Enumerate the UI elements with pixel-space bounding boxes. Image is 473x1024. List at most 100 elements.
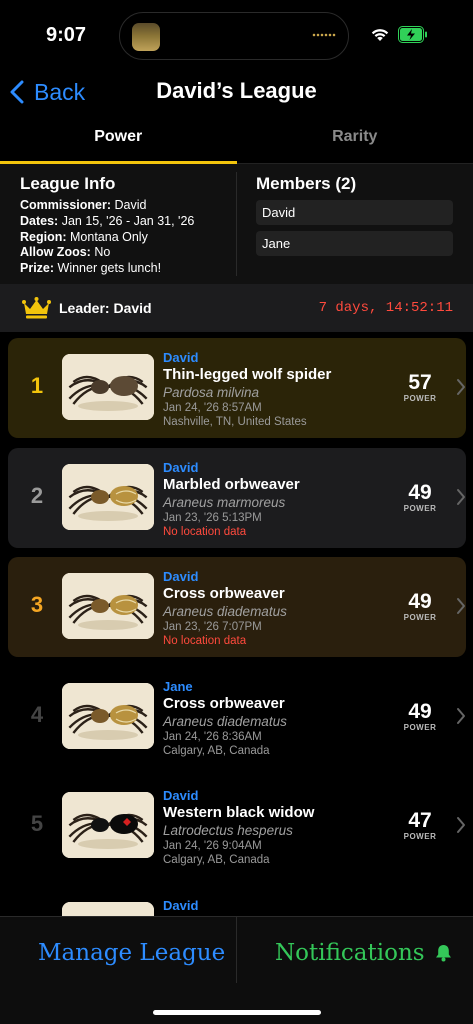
capture-location: Nashville, TN, United States	[163, 416, 307, 428]
spider-photo	[62, 682, 154, 749]
entry-details: Jane Cross orbweaver Araneus diadematus …	[163, 679, 393, 758]
power-score: 49 POWER	[398, 590, 442, 623]
rank-number: 3	[30, 592, 44, 617]
power-value: 49	[408, 480, 432, 504]
notifications-label: Notifications	[275, 940, 425, 966]
capture-date: Jan 23, '26 5:13PM	[163, 511, 262, 524]
power-label: POWER	[403, 394, 437, 403]
battery-charging-icon	[398, 26, 427, 43]
rank-number: 4	[30, 701, 44, 727]
clock: 9:07	[46, 24, 87, 46]
owner-name: David	[163, 788, 199, 803]
power-value: 49	[408, 590, 432, 613]
member-chip[interactable]: David	[256, 200, 453, 225]
members-panel: Members (2) David Jane	[237, 164, 473, 284]
info-row-dates: Dates: Jan 15, '26 - Jan 31, '26	[20, 214, 236, 230]
capture-date: Jan 24, '26 8:57AM	[163, 402, 262, 414]
dynamic-island[interactable]	[119, 12, 349, 60]
rank-number: 1	[30, 373, 44, 398]
chevron-right-icon	[457, 817, 465, 833]
leader-label: Leader: David	[59, 300, 152, 316]
chevron-right-icon	[457, 488, 465, 505]
info-value: Winner gets lunch!	[57, 261, 162, 276]
scientific-name: Latrodectus hesperus	[163, 823, 293, 838]
common-name: Thin-legged wolf spider	[163, 366, 332, 383]
owner-name: David	[163, 459, 199, 475]
notifications-button[interactable]: Notifications	[275, 933, 452, 973]
manage-league-button[interactable]: Manage League	[38, 933, 225, 973]
spider-photo	[62, 354, 154, 420]
info-key: Allow Zoos:	[20, 245, 91, 260]
toolbar-divider	[236, 917, 237, 983]
power-score: 49 POWER	[398, 700, 442, 732]
capture-date: Jan 23, '26 7:07PM	[163, 621, 262, 633]
spider-photo	[62, 792, 154, 858]
crown-icon	[22, 297, 51, 319]
owner-name: David	[163, 569, 199, 584]
leaderboard-row[interactable]: 1 David Thin-legged wolf spider Pardosa …	[8, 338, 466, 438]
info-key: Prize:	[20, 261, 55, 276]
power-label: POWER	[403, 832, 437, 841]
home-indicator[interactable]	[153, 1010, 321, 1015]
owner-name: Jane	[163, 678, 193, 694]
bell-icon	[435, 945, 451, 962]
scientific-name: Araneus diadematus	[163, 604, 287, 619]
capture-location: No location data	[163, 635, 247, 647]
chevron-right-icon	[457, 379, 465, 395]
bottom-toolbar: Manage League Notifications	[0, 916, 473, 1024]
info-value: Jan 15, '26 - Jan 31, '26	[61, 213, 195, 228]
activity-dots-icon	[312, 33, 336, 37]
info-row-allow-zoos: Allow Zoos: No	[20, 245, 236, 261]
tab-bar: Power Rarity	[0, 118, 473, 164]
common-name: Cross orbweaver	[163, 585, 285, 602]
power-score: 57 POWER	[398, 372, 442, 404]
navigation-bar: Back David’s League	[0, 70, 473, 114]
chevron-right-icon	[457, 707, 465, 724]
entry-details: David Cross orbweaver Araneus diadematus…	[163, 569, 393, 648]
power-label: POWER	[403, 503, 437, 513]
leaderboard-row[interactable]: 2 David Marbled orbweaver Araneus marmor…	[8, 447, 466, 548]
member-chip[interactable]: Jane	[256, 231, 453, 256]
wifi-icon	[371, 29, 389, 41]
info-row-prize: Prize: Winner gets lunch!	[20, 261, 236, 277]
rank-number: 5	[30, 811, 44, 836]
status-bar: 9:07	[0, 0, 473, 64]
owner-name: David	[163, 897, 199, 913]
leaderboard-row[interactable]: 6 David Falsebanded tarantula	[8, 886, 466, 917]
members-title: Members (2)	[256, 174, 357, 193]
capture-date: Jan 24, '26 9:04AM	[163, 840, 262, 852]
tab-rarity[interactable]: Rarity	[237, 118, 473, 163]
spider-photo	[62, 463, 154, 530]
info-row-commissioner: Commissioner: David	[20, 198, 236, 214]
leaderboard-row[interactable]: 5 David Western black widow Latrodectus …	[8, 776, 466, 876]
owner-name: David	[163, 350, 199, 365]
page-title: David’s League	[156, 78, 317, 103]
leaderboard-row[interactable]: 3 David Cross orbweaver Araneus diademat…	[8, 557, 466, 657]
capture-location: Calgary, AB, Canada	[163, 854, 270, 866]
entry-details: David Western black widow Latrodectus he…	[163, 788, 393, 867]
countdown-timer: 7 days, 14:52:11	[318, 300, 453, 316]
league-info-title: League Info	[20, 174, 116, 193]
scientific-name: Araneus marmoreus	[163, 494, 286, 510]
common-name: Marbled orbweaver	[163, 475, 300, 493]
info-key: Commissioner:	[20, 198, 111, 212]
scientific-name: Araneus diadematus	[163, 713, 287, 729]
entry-details: David Thin-legged wolf spider Pardosa mi…	[163, 350, 393, 429]
info-value: No	[94, 245, 111, 260]
chevron-right-icon	[457, 598, 465, 614]
info-key: Region:	[20, 229, 67, 244]
now-playing-thumbnail	[132, 23, 160, 51]
entry-details: David Falsebanded tarantula	[163, 898, 393, 917]
leaderboard-list[interactable]: 1 David Thin-legged wolf spider Pardosa …	[8, 338, 466, 916]
spider-photo	[62, 901, 154, 916]
tab-power[interactable]: Power	[0, 118, 237, 164]
capture-location: No location data	[163, 525, 247, 538]
league-info-panel: League Info Commissioner: David Dates: J…	[0, 164, 473, 284]
rank-number: 2	[30, 482, 44, 508]
power-label: POWER	[403, 722, 437, 732]
leaderboard-row[interactable]: 4 Jane Cross orbweaver Araneus diadematu…	[8, 667, 466, 767]
common-name: Western black widow	[163, 804, 315, 821]
scientific-name: Pardosa milvina	[163, 385, 260, 400]
entry-details: David Marbled orbweaver Araneus marmoreu…	[163, 460, 393, 539]
common-name: Cross orbweaver	[163, 694, 285, 712]
